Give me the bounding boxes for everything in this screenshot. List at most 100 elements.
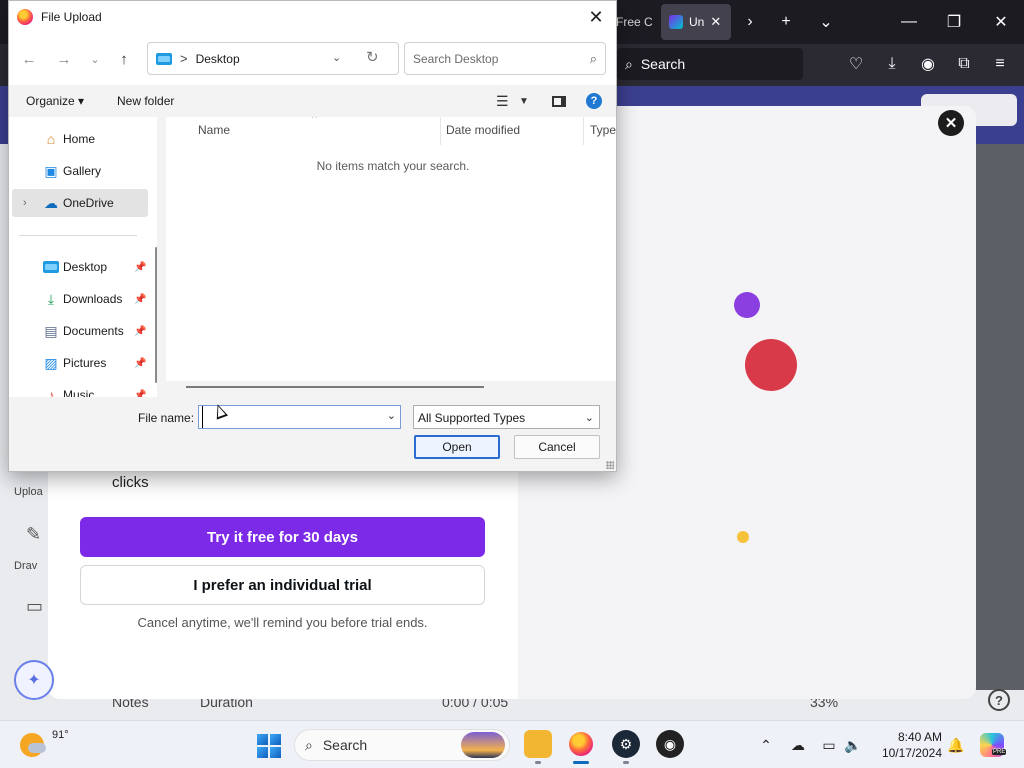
nav-item-onedrive[interactable]: › ☁ OneDrive <box>12 189 148 217</box>
canva-favicon-icon <box>669 15 683 29</box>
new-folder-button[interactable]: New folder <box>117 94 174 108</box>
nav-label: Downloads <box>63 292 123 306</box>
column-header-type[interactable]: Type <box>590 123 616 137</box>
network-icon[interactable]: ▭ <box>818 734 840 756</box>
forward-arrow-icon[interactable]: → <box>54 49 74 69</box>
account-icon[interactable]: ◉ <box>916 52 940 76</box>
tab-scroll-right-icon[interactable]: › <box>736 8 764 36</box>
windows-taskbar: 91° ⌕ Search ⚙ ◉ ⌃ ☁ ▭ 🔈 8:40 AM 10/17/2… <box>0 720 1024 768</box>
column-header-date-modified[interactable]: Date modified <box>446 123 520 137</box>
try-free-button[interactable]: Try it free for 30 days <box>80 517 485 557</box>
modal-clicks-text: clicks <box>112 474 149 491</box>
dialog-titlebar[interactable]: File Upload ✕ <box>9 1 616 33</box>
search-desktop-field[interactable]: ⌕ <box>404 42 606 75</box>
file-list-scrollbar[interactable] <box>186 386 484 388</box>
breadcrumb-desktop[interactable]: Desktop <box>196 52 240 66</box>
onedrive-tray-icon[interactable]: ☁ <box>787 734 809 756</box>
nav-item-home[interactable]: ⌂ Home <box>9 125 147 153</box>
nav-item-music[interactable]: ♪ Music 📌 <box>9 381 147 397</box>
individual-trial-button[interactable]: I prefer an individual trial <box>80 565 485 605</box>
taskbar-search[interactable]: ⌕ Search <box>294 729 510 761</box>
browser-tab-active[interactable]: Un ✕ <box>661 4 731 40</box>
file-type-dropdown-icon[interactable]: ⌄ <box>585 411 594 424</box>
file-explorer-icon[interactable] <box>524 730 552 758</box>
search-icon: ⌕ <box>589 50 597 66</box>
browser-tab-free[interactable]: Free C <box>612 8 656 36</box>
open-button[interactable]: Open <box>414 435 500 459</box>
help-icon[interactable]: ? <box>988 689 1010 711</box>
file-type-select[interactable]: All Supported Types ⌄ <box>413 405 600 429</box>
pocket-icon[interactable]: ♡ <box>844 52 868 76</box>
close-window-icon[interactable]: ✕ <box>987 8 1015 36</box>
file-upload-dialog: File Upload ✕ ← → ⌄ ↑ > Desktop ⌄ ↻ ⌕ Or… <box>8 0 617 472</box>
nav-item-documents[interactable]: ▤ Documents 📌 <box>9 317 147 345</box>
taskbar-clock[interactable]: 8:40 AM 10/17/2024 <box>878 729 942 761</box>
downloads-icon[interactable]: ⤓ <box>880 52 904 76</box>
menu-hamburger-icon[interactable]: ≡ <box>988 52 1012 76</box>
projects-folder-icon[interactable]: ▭ <box>26 596 43 617</box>
extensions-icon[interactable]: ⧉ <box>952 52 976 76</box>
rail-label-draw[interactable]: Drav <box>14 560 37 572</box>
dialog-close-icon[interactable]: ✕ <box>584 5 608 29</box>
file-name-combobox[interactable]: ⌄ <box>198 405 401 429</box>
clock-date: 10/17/2024 <box>881 746 942 760</box>
taskbar-search-label: Search <box>322 737 368 753</box>
refresh-icon[interactable]: ↻ <box>366 48 379 66</box>
nav-divider <box>19 235 137 236</box>
home-icon: ⌂ <box>46 131 56 147</box>
view-options-chevron-icon[interactable]: ▼ <box>519 96 529 107</box>
up-arrow-icon[interactable]: ↑ <box>114 49 134 69</box>
windows-start-icon[interactable] <box>257 734 281 758</box>
address-bar[interactable]: > Desktop ⌄ ↻ <box>147 42 399 75</box>
file-name-input[interactable] <box>202 406 382 428</box>
desktop-folder-icon <box>43 259 59 275</box>
nav-pane-scrollbar[interactable] <box>155 247 157 383</box>
file-name-dropdown-icon[interactable]: ⌄ <box>387 409 396 422</box>
steam-icon[interactable]: ⚙ <box>612 730 640 758</box>
browser-search-label: Search <box>640 56 686 72</box>
resize-grip-icon[interactable] <box>606 461 614 469</box>
restore-window-icon[interactable]: ❐ <box>940 8 968 36</box>
view-list-icon[interactable]: ☰ <box>496 93 509 110</box>
weather-widget[interactable]: 91° <box>20 729 69 757</box>
organize-menu[interactable]: Organize ▾ <box>26 94 84 108</box>
close-tab-icon[interactable]: ✕ <box>710 14 721 30</box>
pictures-icon: ▨ <box>44 354 58 371</box>
rail-label-upload[interactable]: Uploa <box>14 486 43 498</box>
modal-close-icon[interactable]: ✕ <box>938 110 964 136</box>
notifications-bell-icon[interactable]: 🔔 <box>945 734 967 756</box>
firefox-icon <box>17 9 33 25</box>
tray-overflow-chevron-icon[interactable]: ⌃ <box>755 734 777 756</box>
back-arrow-icon[interactable]: ← <box>19 49 39 69</box>
list-tabs-chevron-icon[interactable]: ⌄ <box>812 8 840 36</box>
search-highlight-art <box>461 732 505 758</box>
firefox-taskbar-icon[interactable] <box>567 730 595 758</box>
search-icon: ⌕ <box>625 55 633 72</box>
column-separator[interactable] <box>440 117 441 145</box>
pin-icon: 📌 <box>134 389 147 398</box>
column-separator[interactable] <box>583 117 584 145</box>
draw-pen-icon[interactable]: ✎ <box>26 524 41 545</box>
preview-pane-icon[interactable] <box>552 96 566 107</box>
obs-icon[interactable]: ◉ <box>656 730 684 758</box>
nav-item-desktop[interactable]: Desktop 📌 <box>9 253 147 281</box>
search-desktop-input[interactable] <box>413 51 573 66</box>
minimize-window-icon[interactable]: — <box>895 8 923 36</box>
clock-time: 8:40 AM <box>897 730 942 744</box>
expand-chevron-icon[interactable]: › <box>23 197 27 209</box>
nav-item-downloads[interactable]: ⤓ Downloads 📌 <box>9 285 147 313</box>
nav-item-gallery[interactable]: ▣ Gallery <box>9 157 147 185</box>
cancel-anytime-note: Cancel anytime, we'll remind you before … <box>137 615 428 630</box>
new-tab-icon[interactable]: + <box>772 8 800 36</box>
dialog-help-icon[interactable]: ? <box>586 93 602 109</box>
recent-locations-chevron-icon[interactable]: ⌄ <box>85 49 105 69</box>
pin-icon: 📌 <box>134 325 147 337</box>
address-dropdown-icon[interactable]: ⌄ <box>332 51 341 64</box>
magic-sparkle-icon[interactable]: ✦ <box>14 660 54 700</box>
browser-search-field[interactable]: ⌕ Search <box>617 48 803 80</box>
volume-icon[interactable]: 🔈 <box>842 734 864 756</box>
nav-item-pictures[interactable]: ▨ Pictures 📌 <box>9 349 147 377</box>
nav-label: Gallery <box>63 164 102 178</box>
column-header-name[interactable]: Name <box>198 123 230 137</box>
cancel-button[interactable]: Cancel <box>514 435 600 459</box>
